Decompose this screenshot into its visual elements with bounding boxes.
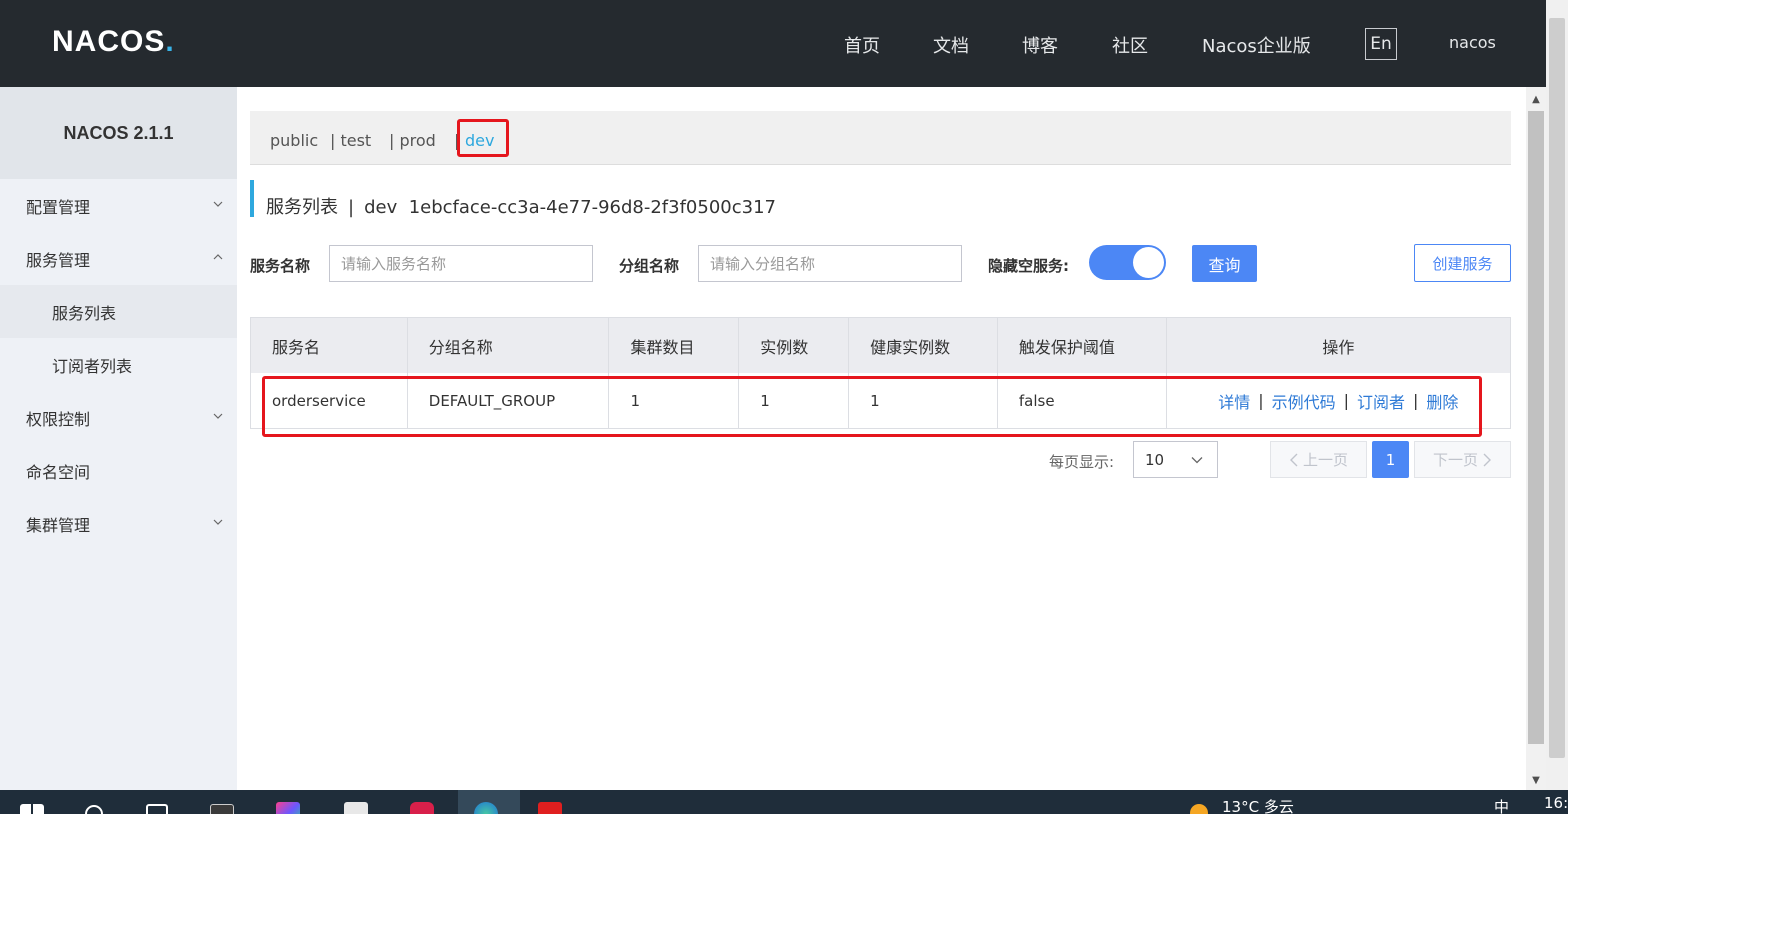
sidebar-version-title: NACOS 2.1.1 xyxy=(0,87,237,179)
namespace-id: 1ebcface-cc3a-4e77-96d8-2f3f0500c317 xyxy=(408,197,776,218)
namespace-prod[interactable]: | prod xyxy=(389,131,436,150)
next-page-label: 下一页 xyxy=(1432,451,1478,469)
header-service-name: 服务名 xyxy=(251,318,408,373)
query-button[interactable]: 查询 xyxy=(1192,245,1257,282)
namespace-test[interactable]: | test xyxy=(330,131,371,150)
chevron-down-icon xyxy=(213,519,223,525)
namespace-bar: public | test | prod | dev xyxy=(250,111,1511,165)
chevron-down-icon xyxy=(213,413,223,419)
intellij-app-icon[interactable] xyxy=(276,802,300,814)
weather-text[interactable]: 13°C 多云 xyxy=(1222,796,1294,814)
header-group-name: 分组名称 xyxy=(408,318,610,373)
sidebar-item-label: 权限控制 xyxy=(26,409,91,429)
chevron-up-icon xyxy=(213,253,223,259)
group-name-input[interactable]: 请输入分组名称 xyxy=(698,245,962,282)
terminal-app-icon[interactable] xyxy=(210,804,234,814)
nacos-logo[interactable]: NACOS. xyxy=(52,24,174,60)
sidebar-item-label: 集群管理 xyxy=(26,515,91,535)
title-accent-bar xyxy=(250,180,254,217)
logo-dot: . xyxy=(165,25,174,58)
service-name-label: 服务名称 xyxy=(250,257,311,275)
xshell-app-icon[interactable] xyxy=(538,802,562,814)
prev-page-button[interactable]: 上一页 xyxy=(1270,441,1367,478)
sidebar-item-service-list[interactable]: 服务列表 xyxy=(0,285,237,338)
task-view-icon[interactable] xyxy=(146,804,168,814)
system-clock[interactable]: 16: xyxy=(1544,794,1568,812)
redis-app-icon[interactable] xyxy=(410,802,434,814)
windows-taskbar: 13°C 多云 中 16: xyxy=(0,790,1568,814)
header-protect-threshold: 触发保护阈值 xyxy=(998,318,1167,373)
chevron-right-icon xyxy=(1483,453,1491,466)
page-title-text: 服务列表 xyxy=(266,197,338,218)
chevron-left-icon xyxy=(1289,453,1298,466)
weather-icon[interactable] xyxy=(1190,804,1208,814)
next-page-button[interactable]: 下一页 xyxy=(1414,441,1511,478)
nav-home[interactable]: 首页 xyxy=(844,32,880,58)
page-size-label: 每页显示: xyxy=(1049,453,1115,471)
namespace-highlight-box xyxy=(457,119,509,157)
hide-empty-label: 隐藏空服务: xyxy=(988,257,1069,275)
page-size-value: 10 xyxy=(1145,450,1165,469)
page-title-separator: | xyxy=(348,197,355,218)
sidebar-item-label: 服务管理 xyxy=(26,250,91,270)
ime-indicator[interactable]: 中 xyxy=(1494,796,1509,814)
sidebar-item-subscriber-list[interactable]: 订阅者列表 xyxy=(0,338,237,391)
hide-empty-toggle[interactable] xyxy=(1089,245,1166,280)
prev-page-label: 上一页 xyxy=(1302,451,1348,469)
sidebar-item-namespace[interactable]: 命名空间 xyxy=(0,444,237,497)
notepad-app-icon[interactable] xyxy=(344,802,368,814)
header-cluster-count: 集群数目 xyxy=(609,318,740,373)
toggle-knob xyxy=(1133,247,1164,278)
sidebar-item-label: 配置管理 xyxy=(26,197,91,217)
browser-scrollbar-thumb[interactable] xyxy=(1549,18,1565,758)
nav-blog[interactable]: 博客 xyxy=(1022,32,1058,58)
scrollbar-thumb[interactable] xyxy=(1528,111,1544,744)
nav-docs[interactable]: 文档 xyxy=(933,32,969,58)
sidebar-item-config-management[interactable]: 配置管理 xyxy=(0,179,237,232)
search-icon[interactable] xyxy=(84,804,108,814)
sidebar-item-service-management[interactable]: 服务管理 xyxy=(0,232,237,285)
header-operations: 操作 xyxy=(1322,337,1355,357)
scroll-up-arrow-icon[interactable]: ▲ xyxy=(1526,89,1546,109)
current-page-button[interactable]: 1 xyxy=(1372,441,1409,478)
namespace-name: dev xyxy=(364,197,398,218)
header-instance-count: 实例数 xyxy=(739,318,850,373)
windows-start-icon[interactable] xyxy=(20,804,44,814)
sidebar-item-access-control[interactable]: 权限控制 xyxy=(0,391,237,444)
header-healthy-count: 健康实例数 xyxy=(849,318,998,373)
logo-text: NACOS xyxy=(52,25,166,58)
scroll-down-arrow-icon[interactable]: ▼ xyxy=(1526,770,1546,790)
table-header: 服务名 分组名称 集群数目 实例数 健康实例数 触发保护阈值 操作 xyxy=(251,318,1510,373)
service-name-input[interactable]: 请输入服务名称 xyxy=(329,245,593,282)
page-scrollbar[interactable]: ▲ ▼ xyxy=(1526,87,1546,790)
row-highlight-box xyxy=(262,376,1482,437)
sidebar-item-label: 命名空间 xyxy=(26,462,91,482)
create-service-button[interactable]: 创建服务 xyxy=(1414,244,1511,282)
group-name-label: 分组名称 xyxy=(619,257,680,275)
language-toggle-button[interactable]: En xyxy=(1365,28,1397,60)
chevron-down-icon xyxy=(213,201,223,207)
namespace-public[interactable]: public xyxy=(270,131,318,150)
nav-community[interactable]: 社区 xyxy=(1112,32,1148,58)
chevron-down-icon xyxy=(1191,457,1203,464)
nav-enterprise[interactable]: Nacos企业版 xyxy=(1202,32,1311,58)
main-content: public | test | prod | dev 服务列表 | dev 1ebc… xyxy=(237,87,1526,790)
sidebar: NACOS 2.1.1 配置管理 服务管理 服务列表 订阅者列表 权限控制 命名… xyxy=(0,87,237,790)
top-header: NACOS. 首页 文档 博客 社区 Nacos企业版 En nacos xyxy=(0,0,1546,87)
sidebar-item-cluster-management[interactable]: 集群管理 xyxy=(0,497,237,550)
page-size-select[interactable]: 10 xyxy=(1133,441,1218,478)
user-menu[interactable]: nacos xyxy=(1449,33,1496,52)
page-title: 服务列表 | dev 1ebcface-cc3a-4e77-96d8-2f3f050… xyxy=(266,193,776,219)
browser-scrollbar[interactable] xyxy=(1546,0,1568,790)
